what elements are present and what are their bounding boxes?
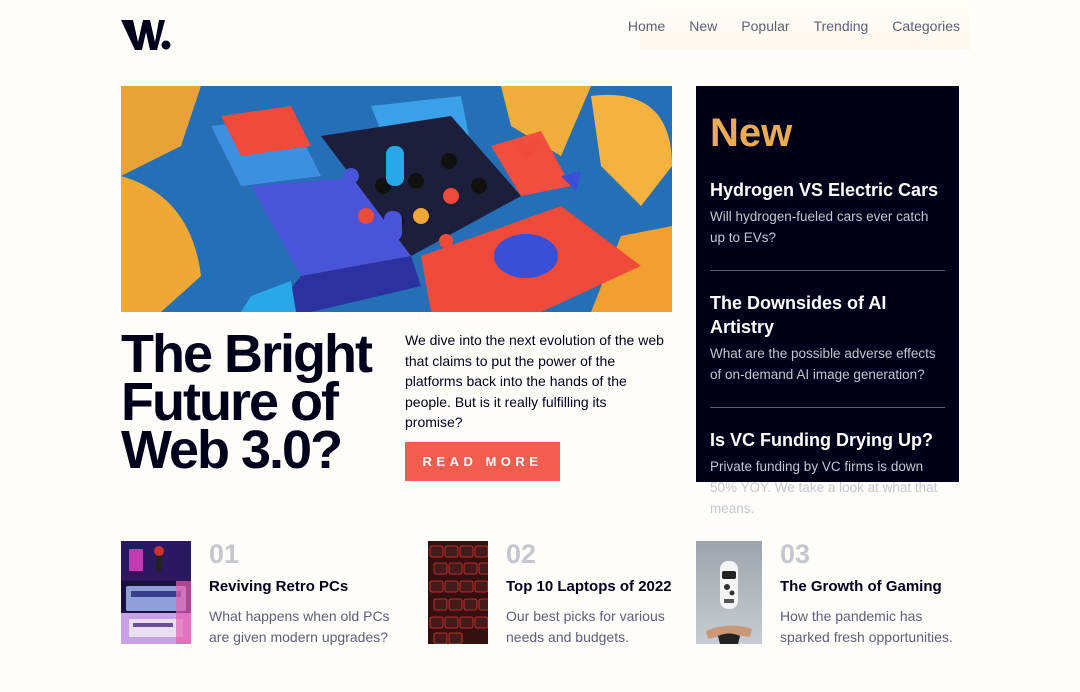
card-text: 01 Reviving Retro PCs What happens when …: [191, 539, 411, 645]
main-nav: Home New Popular Trending Categories: [628, 0, 970, 50]
new-item-desc: Will hydrogen-fueled cars ever catch up …: [710, 209, 929, 245]
read-more-button[interactable]: READ MORE: [405, 442, 560, 481]
new-item[interactable]: Is VC Funding Drying Up? Private funding…: [710, 428, 945, 519]
new-item-title[interactable]: Hydrogen VS Electric Cars: [710, 178, 945, 202]
nav-popular[interactable]: Popular: [741, 18, 789, 34]
logo-icon: [121, 20, 171, 50]
card-number: 03: [780, 539, 811, 569]
hero-description: We dive into the next evolution of the w…: [405, 332, 664, 430]
card-text: 03 The Growth of Gaming How the pandemic…: [762, 539, 960, 645]
retro-pc-thumbnail[interactable]: [121, 541, 191, 644]
new-item[interactable]: Hydrogen VS Electric Cars Will hydrogen-…: [710, 178, 945, 248]
card-description: Our best picks for various needs and bud…: [506, 608, 665, 645]
hero-title: The Bright Future of Web 3.0?: [121, 324, 373, 480]
new-panel: New Hydrogen VS Electric Cars Will hydro…: [696, 86, 959, 516]
new-item-desc: Private funding by VC firms is down 50% …: [710, 459, 938, 516]
nav-categories[interactable]: Categories: [892, 18, 960, 34]
divider: [710, 270, 945, 271]
card-description: How the pandemic has sparked fresh oppor…: [780, 608, 953, 645]
card-title[interactable]: Reviving Retro PCs: [209, 577, 411, 597]
card-text: 02 Top 10 Laptops of 2022 Our best picks…: [488, 539, 678, 645]
article-card-2[interactable]: 02 Top 10 Laptops of 2022 Our best picks…: [428, 539, 678, 645]
card-number: 01: [209, 539, 240, 569]
nav-new[interactable]: New: [689, 18, 717, 34]
new-item-desc: What are the possible adverse effects of…: [710, 346, 936, 382]
logo[interactable]: [121, 18, 171, 52]
new-heading: New: [710, 111, 793, 155]
card-title[interactable]: Top 10 Laptops of 2022: [506, 577, 678, 597]
gaming-controller-thumbnail[interactable]: [696, 541, 762, 644]
new-item[interactable]: The Downsides of AI Artistry What are th…: [710, 291, 945, 385]
card-title[interactable]: The Growth of Gaming: [780, 577, 960, 597]
article-card-1[interactable]: 01 Reviving Retro PCs What happens when …: [121, 539, 411, 645]
new-item-title[interactable]: The Downsides of AI Artistry: [710, 291, 945, 339]
card-number: 02: [506, 539, 537, 569]
hero-image: [121, 86, 672, 312]
card-description: What happens when old PCs are given mode…: [209, 608, 390, 645]
laptop-keyboard-thumbnail[interactable]: [428, 541, 488, 644]
article-card-3[interactable]: 03 The Growth of Gaming How the pandemic…: [696, 539, 960, 645]
new-item-title[interactable]: Is VC Funding Drying Up?: [710, 428, 945, 452]
divider: [710, 407, 945, 408]
nav-home[interactable]: Home: [628, 18, 665, 34]
nav-trending[interactable]: Trending: [814, 18, 869, 34]
